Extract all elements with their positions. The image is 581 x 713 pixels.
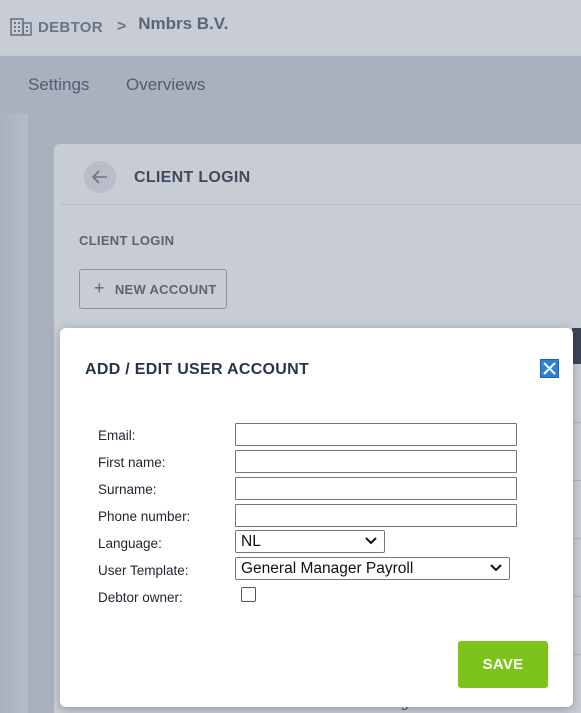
user-template-row: User Template: General Manager Payroll xyxy=(98,557,548,582)
table-header: ag xyxy=(572,328,581,364)
phone-label: Phone number: xyxy=(98,509,191,524)
surname-label: Surname: xyxy=(98,482,157,497)
tabs-bar: Settings Overviews xyxy=(0,56,581,114)
user-template-label: User Template: xyxy=(98,563,189,578)
chevron-down-icon xyxy=(490,564,502,572)
debtor-owner-label: Debtor owner: xyxy=(98,590,183,605)
arrow-left-icon xyxy=(92,170,107,184)
close-icon xyxy=(543,362,556,375)
language-value: NL xyxy=(241,532,261,550)
plus-icon: + xyxy=(94,277,105,298)
section-label: CLIENT LOGIN xyxy=(79,233,175,248)
card-header: CLIENT LOGIN xyxy=(60,144,581,205)
back-button[interactable] xyxy=(84,161,116,193)
modal-title: ADD / EDIT USER ACCOUNT xyxy=(85,361,310,378)
first-name-label: First name: xyxy=(98,455,166,470)
close-button[interactable] xyxy=(540,359,559,378)
debtor-owner-checkbox[interactable] xyxy=(241,587,256,602)
top-bar: DEBTOR > Nmbrs B.V. xyxy=(0,0,581,55)
phone-field[interactable] xyxy=(235,504,517,527)
debtor-owner-row: Debtor owner: xyxy=(98,585,548,609)
save-button[interactable]: SAVE xyxy=(458,641,548,688)
email-field[interactable] xyxy=(235,423,517,446)
breadcrumb-root[interactable]: DEBTOR xyxy=(38,19,103,36)
user-template-select[interactable]: General Manager Payroll xyxy=(235,557,510,580)
email-label: Email: xyxy=(98,428,136,443)
building-icon xyxy=(10,18,32,36)
first-name-field[interactable] xyxy=(235,450,517,473)
language-row: Language: NL xyxy=(98,530,548,555)
card-title: CLIENT LOGIN xyxy=(134,169,251,186)
language-label: Language: xyxy=(98,536,162,551)
breadcrumb-separator: > xyxy=(116,18,127,35)
surname-row: Surname: xyxy=(98,477,548,501)
side-strip xyxy=(0,114,28,713)
email-row: Email: xyxy=(98,423,548,447)
phone-row: Phone number: xyxy=(98,504,548,528)
user-account-modal: ADD / EDIT USER ACCOUNT Email: First nam… xyxy=(60,328,573,707)
tab-settings[interactable]: Settings xyxy=(28,75,89,95)
tab-overviews[interactable]: Overviews xyxy=(126,75,205,95)
breadcrumb-current: Nmbrs B.V. xyxy=(138,14,229,33)
first-name-row: First name: xyxy=(98,450,548,474)
user-template-value: General Manager Payroll xyxy=(241,559,414,577)
language-select[interactable]: NL xyxy=(235,530,385,553)
new-account-button[interactable]: + NEW ACCOUNT xyxy=(79,269,227,309)
chevron-down-icon xyxy=(365,537,377,545)
new-account-label: NEW ACCOUNT xyxy=(114,281,217,297)
surname-field[interactable] xyxy=(235,477,517,500)
